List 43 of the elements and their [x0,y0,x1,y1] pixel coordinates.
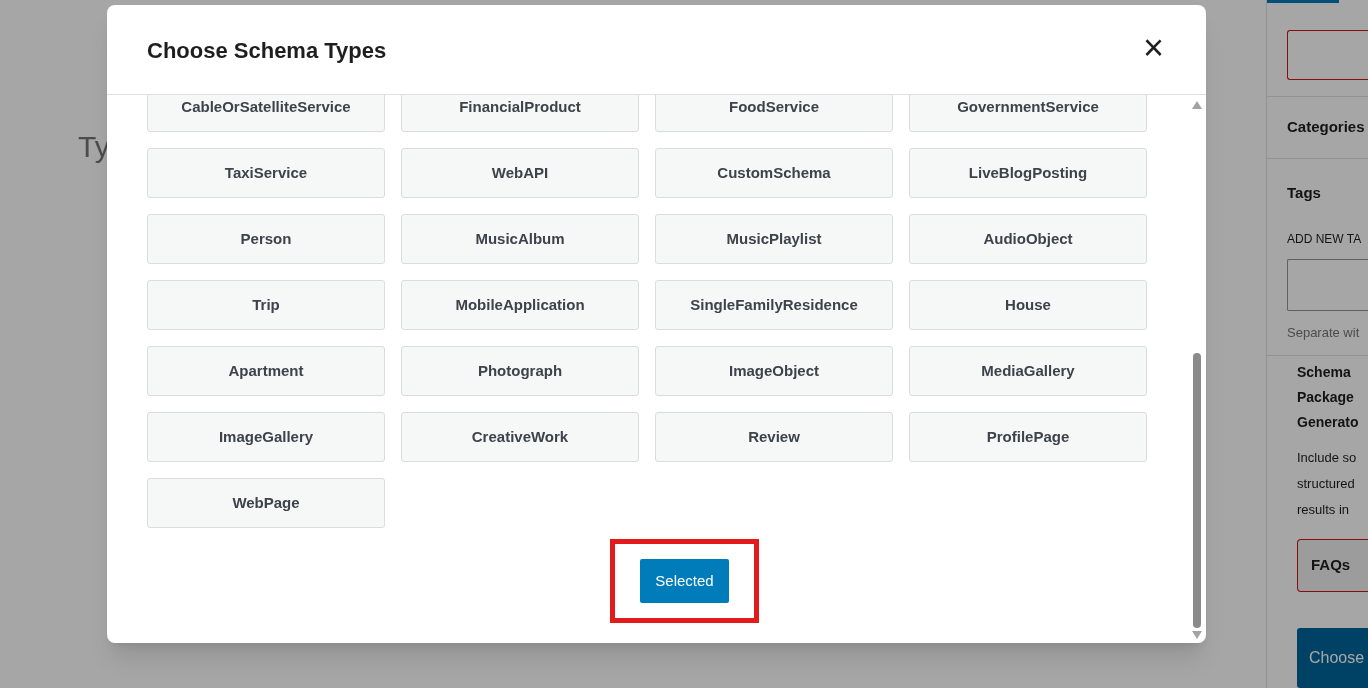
panel-description: Include so structured results in [1297,449,1358,519]
schema-type-button[interactable]: GovernmentService [909,95,1147,132]
panel-heading: Schema Package Generato [1297,363,1360,432]
scrollbar-thumb[interactable] [1193,353,1201,628]
sidebar-field[interactable] [1287,29,1368,80]
field-label: ADD NEW TA [1287,231,1363,249]
schema-type-button[interactable]: ProfilePage [909,412,1147,462]
selected-button[interactable]: Selected [640,559,729,603]
schema-type-button[interactable]: ImageGallery [147,412,385,462]
schema-type-button[interactable]: CableOrSatelliteService [147,95,385,132]
schema-type-button[interactable]: Person [147,214,385,264]
schema-type-button[interactable]: FoodService [655,95,893,132]
schema-type-button[interactable]: TaxiService [147,148,385,198]
schema-type-button[interactable]: Review [655,412,893,462]
hint-text: Separate wit [1287,324,1361,343]
schema-type-button[interactable]: Trip [147,280,385,330]
faqs-field[interactable]: FAQs [1297,539,1368,592]
schema-type-button[interactable]: MusicAlbum [401,214,639,264]
schema-type-button[interactable]: CustomSchema [655,148,893,198]
schema-type-button[interactable]: AudioObject [909,214,1147,264]
schema-type-button[interactable]: CreativeWork [401,412,639,462]
scroll-up-icon[interactable] [1192,101,1202,109]
schema-type-button[interactable]: SingleFamilyResidence [655,280,893,330]
schema-type-button[interactable]: Apartment [147,346,385,396]
schema-type-button[interactable]: ImageObject [655,346,893,396]
schema-type-button[interactable]: FinancialProduct [401,95,639,132]
tab-indicator [1267,0,1339,3]
scroll-down-icon[interactable] [1192,631,1202,639]
close-button[interactable]: × [1142,33,1164,66]
modal-title: Choose Schema Types [147,37,387,65]
choose-button[interactable]: Choose [1297,628,1368,688]
schema-type-button[interactable]: LiveBlogPosting [909,148,1147,198]
post-body-text: Ty [78,129,111,165]
schema-type-button[interactable]: Photograph [401,346,639,396]
schema-type-button[interactable]: MobileApplication [401,280,639,330]
panel-heading[interactable]: Tags [1287,181,1368,205]
schema-type-button[interactable]: MediaGallery [909,346,1147,396]
panel-heading[interactable]: Categories [1287,115,1365,139]
schema-type-button[interactable]: MusicPlaylist [655,214,893,264]
tag-input-field[interactable] [1287,259,1368,312]
schema-type-button[interactable]: House [909,280,1147,330]
schema-type-button[interactable]: WebPage [147,478,385,528]
schema-type-button[interactable]: WebAPI [401,148,639,198]
